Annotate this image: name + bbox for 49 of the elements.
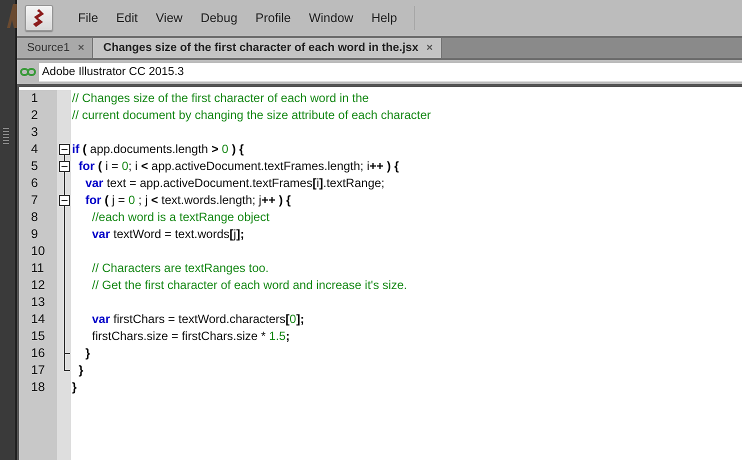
line-number: 4	[30, 141, 39, 158]
line-number: 13	[30, 294, 46, 311]
code-line: var firstChars = textWord.characters[0];	[91, 312, 304, 326]
line-number: 14	[30, 311, 46, 328]
editor-tab[interactable]: Changes size of the first character of each word in the.jsx ×	[93, 38, 442, 58]
line-number: 8	[30, 209, 39, 226]
menu-item[interactable]: Profile	[246, 11, 300, 25]
app-logo-button[interactable]	[25, 5, 53, 31]
menu-item[interactable]: Help	[362, 11, 406, 25]
grip-icon	[3, 128, 9, 146]
line-number: 18	[30, 379, 46, 396]
code-line: var textWord = text.words[j];	[91, 227, 244, 241]
menu-item[interactable]: Window	[300, 11, 362, 25]
collapse-icon[interactable]	[59, 195, 70, 206]
code-line: }	[78, 363, 84, 377]
collapse-icon[interactable]	[59, 161, 70, 172]
line-number: 15	[30, 328, 46, 345]
code-line: if ( app.documents.length > 0 ) {	[72, 142, 244, 156]
line-number: 7	[30, 192, 39, 209]
line-number: 9	[30, 226, 39, 243]
code-line: // Get the first character of each word and increase it's size.	[91, 278, 408, 292]
line-number: 12	[30, 277, 46, 294]
code-line: // Characters are textRanges too.	[91, 261, 269, 275]
menu-item[interactable]: Edit	[107, 11, 147, 25]
code-line: }	[84, 346, 90, 360]
menu-item[interactable]: File	[69, 11, 108, 25]
code-line: for ( i = 0; i < app.activeDocument.textFrames.length; i++ ) {	[78, 159, 399, 173]
target-application-field[interactable]: Adobe Illustrator CC 2015.3	[39, 62, 742, 82]
line-number: 2	[30, 107, 39, 124]
code-line: }	[72, 380, 77, 394]
menu-item[interactable]: Debug	[192, 11, 246, 25]
menu-item[interactable]: View	[146, 11, 192, 25]
code-line: firstChars.size = firstChars.size * 1.5;	[91, 329, 290, 343]
editor-tab[interactable]: Source1 ×	[17, 38, 94, 58]
collapse-icon[interactable]	[59, 144, 70, 155]
code-line: var text = app.activeDocument.textFrames[i].textRange;	[84, 176, 384, 190]
line-number: 17	[30, 362, 46, 379]
line-number: 6	[30, 175, 39, 192]
code-line: // current document by changing the size attribute of each character	[72, 108, 431, 122]
line-number: 10	[30, 243, 46, 260]
line-number: 11	[30, 260, 45, 277]
code-line: //each word is a textRange object	[91, 210, 270, 224]
line-number: 3	[30, 124, 39, 141]
line-number: 1	[30, 90, 39, 107]
close-icon[interactable]: ×	[426, 42, 433, 54]
line-number: 16	[30, 345, 46, 362]
code-line: // Changes size of the first character of each word in the	[72, 91, 369, 105]
code-line: for ( j = 0 ; j < text.words.length; j++ ) {	[84, 193, 291, 207]
line-number: 5	[30, 158, 39, 175]
